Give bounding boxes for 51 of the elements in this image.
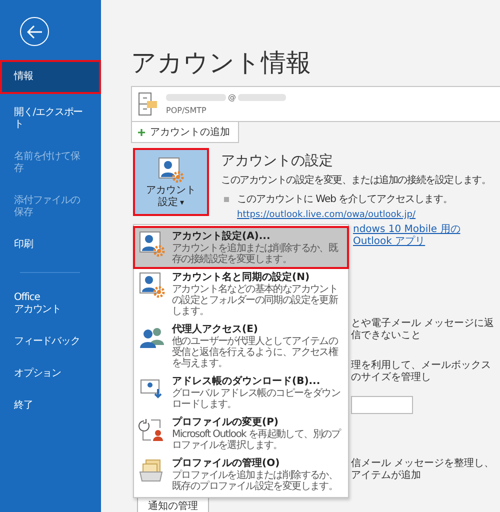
menu-item[interactable]: 代理人アクセス(E) 他のユーザーが代理人としてアイテムの受信と返信を行えるように、アクセス権を与えます。 <box>134 320 348 372</box>
menu-item-title: 代理人アクセス(E) <box>172 323 259 336</box>
menu-item-title: アカウント設定(A)... <box>172 230 272 242</box>
email-address: @ <box>228 93 236 102</box>
person-gear-icon <box>157 156 185 184</box>
menu-item-title: プロファイルの管理(O) <box>172 457 281 470</box>
person-gear-icon <box>138 230 166 258</box>
menu-item-description: Microsoft Outlook を再起動して、別のプロファイルを選択します。 <box>172 429 342 451</box>
description-text: 信メール メッセージを整理し、アイテムが追加 <box>351 458 496 482</box>
menu-item-title: アドレス帳のダウンロード(B)... <box>172 375 322 388</box>
menu-item-description: プロファイルを追加または削除するか、既存のプロファイル設定を変更します。 <box>172 470 339 492</box>
sidebar-item[interactable]: オプション <box>0 361 101 387</box>
page-title: アカウント情報 <box>131 48 312 78</box>
blurred-text <box>166 94 226 101</box>
account-settings-button[interactable]: アカウント 設定 ▾ <box>133 148 209 216</box>
menu-item-description: グローバル アドレス帳のコピーをダウンロードします。 <box>172 388 341 410</box>
account-type: POP/SMTP <box>166 106 208 115</box>
add-account-button[interactable]: アカウントの追加 <box>131 121 239 143</box>
menu-item[interactable]: アドレス帳のダウンロード(B)... グローバル アドレス帳のコピーをダウンロードします。 <box>134 372 348 413</box>
bullet-icon <box>224 196 229 202</box>
sidebar-item[interactable]: フィードバック <box>0 329 101 355</box>
bullet-text: このアカウントに Web を介してアクセスします。 <box>237 193 453 206</box>
menu-item-description: 他のユーザーが代理人としてアイテムの受信と返信を行えるように、アクセス権を与えます。 <box>172 336 340 369</box>
input-field[interactable] <box>351 396 413 414</box>
menu-item[interactable]: プロファイルの管理(O) プロファイルを追加または削除するか、既存のプロファイル設定を変更します。 <box>134 454 348 495</box>
description-text: とや電子メール メッセージに返信できないこと <box>351 318 496 342</box>
menu-item-description: アカウントを追加または削除するか、既存の接続設定を変更します。 <box>172 243 340 265</box>
menu-item-title: アカウント名と同期の設定(N) <box>172 271 311 284</box>
plus-icon <box>138 128 145 136</box>
mailbox-icon <box>138 92 158 116</box>
caret-icon: ▾ <box>180 197 184 208</box>
sidebar-item[interactable]: 印刷 <box>0 232 101 258</box>
sidebar-item[interactable]: 情報 <box>0 60 101 94</box>
back-button[interactable] <box>20 17 49 46</box>
profile-switch-icon <box>138 416 166 444</box>
section-heading: アカウントの設定 <box>221 152 334 170</box>
menu-item-description: アカウント名などの基本的なアカウントの設定とフォルダーの同期の設定を更新します。 <box>172 284 339 317</box>
menu-item-title: プロファイルの変更(P) <box>172 416 280 428</box>
sidebar-item[interactable]: 終了 <box>0 393 101 419</box>
description-text: 理を利用して、メールボックスのサイズを管理し <box>351 360 492 384</box>
app-link[interactable]: ndows 10 Mobile 用の Outlook アプリ <box>353 224 499 248</box>
sidebar-item[interactable]: 開く/エクスポート <box>0 100 101 138</box>
menu-item[interactable]: プロファイルの変更(P) Microsoft Outlook を再起動して、別のプロファイルを選択します。 <box>134 413 348 454</box>
blurred-text <box>238 94 286 101</box>
back-arrow-icon <box>26 24 42 38</box>
menu-item[interactable]: アカウント名と同期の設定(N) アカウント名などの基本的なアカウントの設定とフォルダーの同期の設定を更新します。 <box>134 268 348 320</box>
menu-item[interactable]: アカウント設定(A)... アカウントを追加または削除するか、既存の接続設定を変更します。 <box>134 227 348 268</box>
person-gear-icon <box>138 271 166 299</box>
sidebar-item[interactable]: Office アカウント <box>0 285 101 323</box>
outlook-link[interactable]: https://outlook.live.com/owa/outlook.jp/ <box>237 210 499 220</box>
section-description: このアカウントの設定を変更、または追加の接続を設定します。 <box>221 174 492 187</box>
